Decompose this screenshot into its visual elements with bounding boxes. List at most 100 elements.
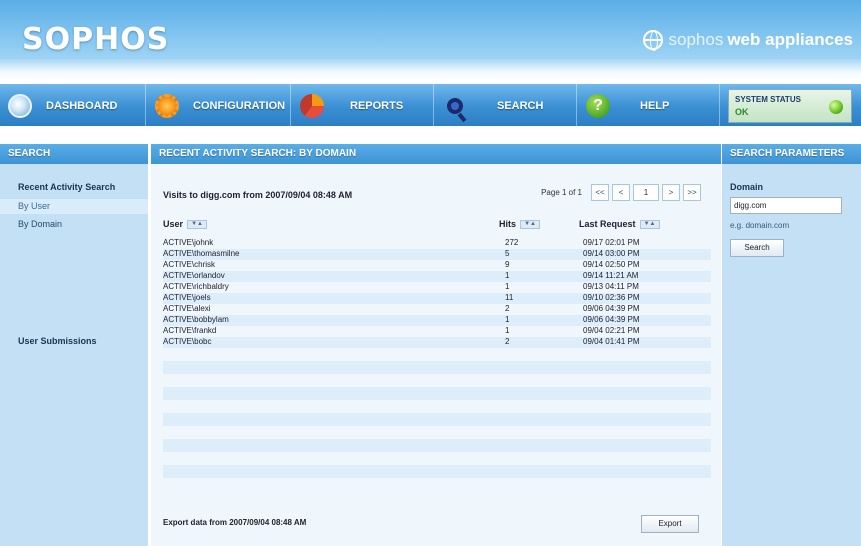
help-icon: ? <box>586 94 610 118</box>
cell-last-request: 09/14 11:21 AM <box>583 271 639 280</box>
table-row[interactable]: ACTIVE\thomasmilne 5 09/14 03:00 PM <box>163 249 711 260</box>
cell-hits: 272 <box>505 238 519 247</box>
status-led-icon <box>829 100 843 114</box>
export-summary: Export data from 2007/09/04 08:48 AM <box>163 518 307 527</box>
table-row[interactable]: ACTIVE\richbaldry 1 09/13 04:11 PM <box>163 282 711 293</box>
cell-last-request: 09/04 01:41 PM <box>583 337 640 346</box>
cell-last-request: 09/06 04:39 PM <box>583 304 640 313</box>
prev-page-button[interactable]: < <box>612 184 630 201</box>
column-last-request-label: Last Request <box>579 219 636 229</box>
nav-help[interactable]: ? HELP <box>578 84 720 128</box>
cell-user[interactable]: ACTIVE\bobc <box>163 337 501 348</box>
cell-user[interactable]: ACTIVE\joels <box>163 293 501 304</box>
cell-last-request: 09/14 02:50 PM <box>583 260 640 269</box>
cell-user[interactable]: ACTIVE\frankd <box>163 326 501 337</box>
sort-icon[interactable]: ▼▲ <box>187 219 208 229</box>
sidebar-recent-activity[interactable]: Recent Activity Search <box>0 180 148 195</box>
cell-user[interactable]: ACTIVE\orlandov <box>163 271 501 282</box>
nav-reports-label: REPORTS <box>350 100 404 112</box>
nav-reports[interactable]: REPORTS <box>292 84 434 128</box>
product-brand: sophos web appliances <box>642 30 853 51</box>
nav-configuration-label: CONFIGURATION <box>193 100 286 112</box>
column-header-user[interactable]: User ▼▲ <box>163 219 208 229</box>
column-hits-label: Hits <box>499 219 517 229</box>
table-row[interactable]: ACTIVE\bobbylam 1 09/06 04:39 PM <box>163 315 711 326</box>
export-button[interactable]: Export <box>641 515 699 533</box>
cell-hits: 9 <box>505 260 510 269</box>
header-swoosh <box>0 58 861 80</box>
column-user-label: User <box>163 219 184 229</box>
cell-user[interactable]: ACTIVE\thomasmilne <box>163 249 501 260</box>
system-status-title: SYSTEM STATUS <box>735 95 801 104</box>
nav-help-label: HELP <box>640 100 670 112</box>
column-header-hits[interactable]: Hits ▼▲ <box>499 219 541 229</box>
cell-last-request: 09/13 04:11 PM <box>583 282 639 291</box>
empty-row <box>163 400 711 413</box>
sidebar-user-submissions[interactable]: User Submissions <box>0 334 148 349</box>
first-page-button[interactable]: << <box>591 184 609 201</box>
nav-dashboard[interactable]: DASHBOARD <box>0 84 146 128</box>
domain-input[interactable]: digg.com <box>730 197 842 214</box>
sidebar-item-by-domain[interactable]: By Domain <box>0 217 148 232</box>
table-row[interactable]: ACTIVE\frankd 1 09/04 02:21 PM <box>163 326 711 337</box>
domain-label: Domain <box>730 182 764 192</box>
last-page-button[interactable]: >> <box>683 184 701 201</box>
search-button[interactable]: Search <box>730 239 784 257</box>
empty-row <box>163 361 711 374</box>
table-row[interactable]: ACTIVE\bobc 2 09/04 01:41 PM <box>163 337 711 348</box>
cell-hits: 2 <box>505 304 510 313</box>
empty-row <box>163 439 711 452</box>
cell-last-request: 09/04 02:21 PM <box>583 326 640 335</box>
cell-last-request: 09/17 02:01 PM <box>583 238 640 247</box>
empty-row <box>163 452 711 465</box>
main-content: RECENT ACTIVITY SEARCH: BY DOMAIN Visits… <box>151 144 721 546</box>
dashboard-icon <box>8 94 32 118</box>
nav-configuration[interactable]: CONFIGURATION <box>147 84 291 128</box>
page-number-input[interactable]: 1 <box>633 184 659 201</box>
cell-user[interactable]: ACTIVE\bobbylam <box>163 315 501 326</box>
cell-hits: 1 <box>505 282 510 291</box>
table-row[interactable]: ACTIVE\johnk 272 09/17 02:01 PM <box>163 238 711 249</box>
results-table: ACTIVE\johnk 272 09/17 02:01 PM ACTIVE\t… <box>163 238 711 478</box>
cell-user[interactable]: ACTIVE\richbaldry <box>163 282 501 293</box>
cell-user[interactable]: ACTIVE\johnk <box>163 238 501 249</box>
cell-user[interactable]: ACTIVE\chrisk <box>163 260 501 271</box>
sort-icon[interactable]: ▼▲ <box>520 219 541 229</box>
main-title: RECENT ACTIVITY SEARCH: BY DOMAIN <box>151 144 721 164</box>
magnifier-icon <box>447 98 463 114</box>
brand-bold-text: web appliances <box>727 30 853 49</box>
cell-last-request: 09/14 03:00 PM <box>583 249 640 258</box>
header-banner: SOPHOS sophos web appliances <box>0 0 861 80</box>
brand-light-text: sophos <box>668 30 724 49</box>
empty-row <box>163 413 711 426</box>
system-status-value: OK <box>735 107 749 117</box>
domain-hint: e.g. domain.com <box>730 221 790 230</box>
table-row[interactable]: ACTIVE\joels 11 09/10 02:36 PM <box>163 293 711 304</box>
column-header-last-request[interactable]: Last Request ▼▲ <box>579 219 660 229</box>
table-row[interactable]: ACTIVE\alexi 2 09/06 04:39 PM <box>163 304 711 315</box>
empty-row <box>163 426 711 439</box>
globe-icon <box>642 30 663 51</box>
cell-hits: 1 <box>505 315 510 324</box>
pie-chart-icon <box>300 94 324 118</box>
empty-row <box>163 374 711 387</box>
table-row[interactable]: ACTIVE\chrisk 9 09/14 02:50 PM <box>163 260 711 271</box>
system-status[interactable]: SYSTEM STATUS OK <box>728 89 852 123</box>
cell-last-request: 09/10 02:36 PM <box>583 293 640 302</box>
sort-icon[interactable]: ▼▲ <box>639 219 660 229</box>
page-info: Page 1 of 1 <box>541 188 582 197</box>
gear-icon <box>155 94 179 118</box>
cell-hits: 1 <box>505 271 510 280</box>
search-parameters-title: SEARCH PARAMETERS <box>722 144 861 164</box>
main-nav: DASHBOARD CONFIGURATION REPORTS SEARCH ?… <box>0 84 861 128</box>
cell-user[interactable]: ACTIVE\alexi <box>163 304 501 315</box>
sidebar-title: SEARCH <box>0 144 148 164</box>
sophos-logo: SOPHOS <box>22 22 170 57</box>
table-row[interactable]: ACTIVE\orlandov 1 09/14 11:21 AM <box>163 271 711 282</box>
cell-hits: 1 <box>505 326 510 335</box>
nav-search[interactable]: SEARCH <box>435 84 577 128</box>
cell-hits: 5 <box>505 249 510 258</box>
nav-search-label: SEARCH <box>497 100 544 112</box>
sidebar-item-by-user[interactable]: By User <box>0 199 148 214</box>
next-page-button[interactable]: > <box>662 184 680 201</box>
